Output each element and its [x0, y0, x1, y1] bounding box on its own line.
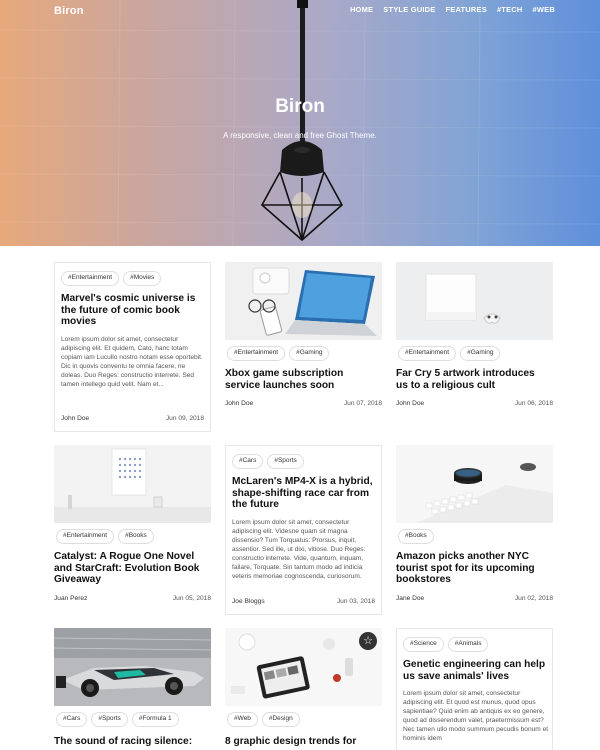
post-tags: #Web #Design: [227, 712, 300, 727]
post-thumbnail[interactable]: [396, 445, 553, 523]
nav-home[interactable]: HOME: [350, 5, 373, 14]
tag[interactable]: #Gaming: [289, 346, 330, 361]
post-author[interactable]: Juan Perez: [54, 595, 87, 602]
post-tags: #Science #Animals: [403, 637, 489, 652]
post-title[interactable]: 8 graphic design trends for: [225, 736, 382, 748]
post-author[interactable]: Jane Doe: [396, 595, 424, 602]
tag[interactable]: #Entertainment: [61, 271, 120, 286]
post-tags: #Books: [398, 529, 434, 544]
post-title[interactable]: The sound of racing silence:: [54, 736, 211, 748]
post-title[interactable]: Amazon picks another NYC tourist spot fo…: [396, 551, 542, 586]
tag[interactable]: #Formula 1: [131, 712, 179, 727]
post-excerpt: Lorem ipsum dolor sit amet, consectetur …: [61, 336, 203, 388]
post-tags: #Entertainment #Books: [56, 529, 154, 544]
post-tags: #Entertainment #Gaming: [227, 346, 330, 361]
tag[interactable]: #Entertainment: [56, 529, 115, 544]
post-thumbnail[interactable]: [54, 445, 211, 523]
main-nav: HOME STYLE GUIDE FEATURES #TECH #WEB: [350, 5, 555, 14]
tag[interactable]: #Cars: [232, 454, 264, 469]
post-title[interactable]: McLaren's MP4-X is a hybrid, shape-shift…: [232, 476, 378, 511]
post-tags: #Cars #Sports: [232, 454, 304, 469]
post-thumbnail[interactable]: [225, 262, 382, 340]
hero-lamp-illustration: [0, 0, 600, 246]
nav-web[interactable]: #WEB: [533, 5, 555, 14]
tag[interactable]: #Animals: [447, 637, 489, 652]
post-thumbnail[interactable]: [396, 262, 553, 340]
post-title[interactable]: Genetic engineering can help us save ani…: [403, 659, 549, 682]
nav-tech[interactable]: #TECH: [497, 5, 523, 14]
tag[interactable]: #Design: [261, 712, 300, 727]
post-date: Jun 09, 2018: [165, 415, 204, 422]
nav-features[interactable]: FEATURES: [445, 5, 486, 14]
post-tags: #Cars #Sports #Formula 1: [56, 712, 179, 727]
tag[interactable]: #Sports: [91, 712, 128, 727]
tag[interactable]: #Books: [398, 529, 434, 544]
post-card-3[interactable]: #Entertainment #Gaming Far Cry 5 artwork…: [396, 262, 553, 412]
post-card-2[interactable]: #Entertainment #Gaming Xbox game subscri…: [225, 262, 382, 412]
post-date: Jun 05, 2018: [172, 595, 211, 602]
post-date: Jun 06, 2018: [514, 400, 553, 407]
tag[interactable]: #Books: [118, 529, 154, 544]
nav-style-guide[interactable]: STYLE GUIDE: [383, 5, 435, 14]
post-author[interactable]: Joe Bloggs: [232, 598, 265, 605]
tag[interactable]: #Cars: [56, 712, 88, 727]
tag[interactable]: #Entertainment: [398, 346, 457, 361]
tag[interactable]: #Entertainment: [227, 346, 286, 361]
tag[interactable]: #Gaming: [460, 346, 501, 361]
post-excerpt: Lorem ipsum dolor sit amet, consectetur …: [403, 690, 549, 742]
post-card-4[interactable]: #Entertainment #Books Catalyst: A Rogue …: [54, 445, 211, 610]
post-card-1[interactable]: #Entertainment #Movies Marvel's cosmic u…: [54, 262, 211, 432]
post-card-9[interactable]: #Science #Animals Genetic engineering ca…: [396, 628, 553, 750]
post-thumbnail[interactable]: [54, 628, 211, 706]
post-date: Jun 03, 2018: [336, 598, 375, 605]
post-title[interactable]: Catalyst: A Rogue One Novel and StarCraf…: [54, 551, 211, 586]
post-card-8[interactable]: ☆ #Web #Design 8 graphic design trends f…: [225, 628, 382, 750]
hero: Biron HOME STYLE GUIDE FEATURES #TECH #W…: [0, 0, 600, 246]
post-date: Jun 02, 2018: [514, 595, 553, 602]
post-card-7[interactable]: #Cars #Sports #Formula 1 The sound of ra…: [54, 628, 211, 750]
post-author[interactable]: John Doe: [396, 400, 424, 407]
post-card-6[interactable]: #Books Amazon picks another NYC tourist …: [396, 445, 553, 610]
brand-logo[interactable]: Biron: [54, 5, 84, 17]
post-excerpt: Lorem ipsum dolor sit amet, consectetur …: [232, 519, 366, 580]
tag[interactable]: #Movies: [123, 271, 162, 286]
hero-subtitle: A responsive, clean and free Ghost Theme…: [223, 131, 377, 140]
post-date: Jun 07, 2018: [343, 400, 382, 407]
tag[interactable]: #Sports: [267, 454, 304, 469]
post-title[interactable]: Xbox game subscription service launches …: [225, 368, 371, 391]
post-title[interactable]: Marvel's cosmic universe is the future o…: [61, 293, 207, 328]
post-card-5[interactable]: #Cars #Sports McLaren's MP4-X is a hybri…: [225, 445, 382, 615]
post-author[interactable]: John Doe: [61, 415, 89, 422]
hero-title: Biron: [275, 96, 325, 117]
tag[interactable]: #Science: [403, 637, 444, 652]
star-icon[interactable]: ☆: [359, 632, 377, 650]
post-title[interactable]: Far Cry 5 artwork introduces us to a rel…: [396, 368, 542, 391]
tag[interactable]: #Web: [227, 712, 258, 727]
post-tags: #Entertainment #Gaming: [398, 346, 501, 361]
post-author[interactable]: John Doe: [225, 400, 253, 407]
post-tags: #Entertainment #Movies: [61, 271, 162, 286]
